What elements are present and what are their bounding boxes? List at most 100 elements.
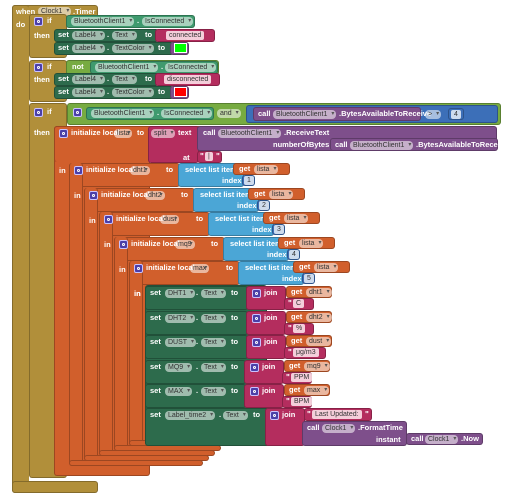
variable-dropdown[interactable]: max (304, 386, 330, 395)
variable-dropdown[interactable]: lista (254, 165, 279, 174)
init-local-label: initialize local (71, 128, 120, 137)
component-dropdown[interactable]: Label4 (72, 75, 106, 84)
mutator-gear-icon[interactable] (134, 264, 143, 273)
mutator-gear-icon[interactable] (34, 17, 43, 26)
property-dropdown[interactable]: Text (112, 31, 137, 40)
mutator-gear-icon[interactable] (250, 387, 259, 396)
string-value[interactable]: connected (166, 31, 205, 40)
index-label: index (252, 225, 272, 234)
suffix-value[interactable]: PPM (291, 372, 313, 382)
component-dropdown[interactable]: BluetoothClient1 (350, 141, 414, 150)
variable-dropdown[interactable]: dust (306, 337, 332, 346)
mutator-gear-icon[interactable] (104, 215, 113, 224)
text-label: text (178, 128, 192, 137)
variable-name-field[interactable]: max (190, 264, 210, 273)
mutator-gear-icon[interactable] (74, 166, 83, 175)
number-value[interactable]: 4 (451, 110, 461, 119)
component-dropdown[interactable]: BluetoothClient1 (71, 17, 135, 26)
property-dropdown[interactable]: IsConnected (142, 17, 194, 26)
variable-dropdown[interactable]: lista (284, 214, 309, 223)
variable-dropdown[interactable]: dht1 (306, 288, 332, 297)
mutator-gear-icon[interactable] (89, 190, 98, 200)
set-label: set (150, 288, 161, 297)
variable-dropdown[interactable]: lista (299, 238, 324, 248)
dot-label: . (107, 87, 110, 96)
string-value[interactable]: disconnected (164, 75, 212, 84)
component-dropdown[interactable]: DHT1 (165, 289, 196, 298)
index-value[interactable]: 2 (259, 200, 269, 210)
property-dropdown[interactable]: Text (201, 387, 226, 396)
component-dropdown[interactable]: Clock1 (322, 424, 356, 433)
component-dropdown[interactable]: Label4 (72, 88, 106, 97)
suffix-value[interactable]: μg/m3 (293, 348, 319, 357)
variable-dropdown[interactable]: mq9 (304, 361, 330, 371)
suffix-value[interactable]: % (293, 323, 306, 333)
component-dropdown[interactable]: DHT2 (165, 313, 196, 323)
variable-name-field[interactable]: dht2 (145, 190, 165, 200)
and-operator-dropdown[interactable]: and (217, 109, 241, 118)
property-dropdown[interactable]: TextColor (112, 88, 154, 97)
variable-name-field[interactable]: mq9 (175, 239, 195, 249)
index-label: index (237, 200, 257, 210)
to-label: to (231, 337, 239, 346)
variable-name-field[interactable]: dust (160, 215, 180, 224)
component-dropdown[interactable]: Clock1 (425, 435, 459, 444)
instant-label: instant (376, 435, 401, 444)
property-dropdown[interactable]: Text (112, 75, 137, 84)
call-label: call (335, 140, 348, 149)
component-dropdown[interactable]: MAX (165, 387, 193, 396)
variable-name-field[interactable]: dht1 (130, 166, 150, 175)
variable-dropdown[interactable]: lista (314, 263, 339, 272)
get-label: get (239, 164, 251, 173)
red-color-swatch[interactable] (174, 87, 187, 97)
mutator-gear-icon[interactable] (250, 362, 259, 372)
property-dropdown[interactable]: Text (223, 411, 248, 420)
mutator-gear-icon[interactable] (73, 108, 82, 117)
component-dropdown[interactable]: Label4 (72, 31, 106, 40)
suffix-value[interactable]: C (293, 299, 305, 308)
component-dropdown[interactable]: BluetoothClient1 (273, 110, 337, 119)
property-dropdown[interactable]: IsConnected (161, 109, 213, 118)
mutator-gear-icon[interactable] (252, 289, 261, 298)
green-color-swatch[interactable] (174, 43, 187, 53)
suffix-value[interactable]: BPM (291, 397, 313, 406)
component-dropdown[interactable]: BluetoothClient1 (95, 63, 159, 72)
variable-name-field[interactable]: lista (114, 129, 133, 138)
property-dropdown[interactable]: Text (201, 338, 226, 347)
property-dropdown[interactable]: Text (201, 362, 226, 372)
string-value[interactable]: Last Updated: (312, 410, 362, 419)
call-label: call (203, 128, 216, 137)
index-label: index (282, 274, 302, 283)
split-dropdown[interactable]: split (151, 129, 176, 138)
set-label: set (58, 30, 69, 39)
property-dropdown[interactable]: TextColor (112, 44, 154, 53)
component-dropdown[interactable]: MQ9 (165, 362, 193, 372)
index-value[interactable]: 5 (304, 274, 314, 283)
index-value[interactable]: 3 (274, 225, 284, 234)
index-value[interactable]: 4 (289, 249, 299, 259)
component-dropdown[interactable]: Label_time2 (165, 411, 216, 420)
mutator-gear-icon[interactable] (252, 313, 261, 323)
component-dropdown[interactable]: DUST (165, 338, 197, 347)
component-dropdown[interactable]: BluetoothClient1 (91, 109, 155, 118)
if-label: if (47, 16, 52, 25)
compare-operator-dropdown[interactable]: > (425, 110, 442, 119)
separator-value[interactable]: | (205, 152, 213, 161)
mutator-gear-icon[interactable] (252, 338, 261, 347)
variable-dropdown[interactable]: lista (269, 189, 294, 199)
mutator-gear-icon[interactable] (34, 108, 43, 117)
mutator-gear-icon[interactable] (59, 129, 68, 138)
component-dropdown[interactable]: Label4 (72, 44, 106, 53)
variable-dropdown[interactable]: dht2 (306, 312, 332, 322)
component-dropdown[interactable]: BluetoothClient1 (218, 129, 282, 138)
index-value[interactable]: 1 (244, 176, 254, 185)
mutator-gear-icon[interactable] (119, 239, 128, 249)
property-dropdown[interactable]: Text (201, 289, 226, 298)
mutator-gear-icon[interactable] (34, 63, 43, 72)
property-dropdown[interactable]: Text (201, 313, 226, 323)
event-do-spine (12, 5, 29, 493)
set-label: set (150, 361, 161, 371)
mutator-gear-icon[interactable] (270, 411, 279, 420)
to-label: to (196, 214, 204, 223)
property-dropdown[interactable]: IsConnected (165, 63, 217, 72)
